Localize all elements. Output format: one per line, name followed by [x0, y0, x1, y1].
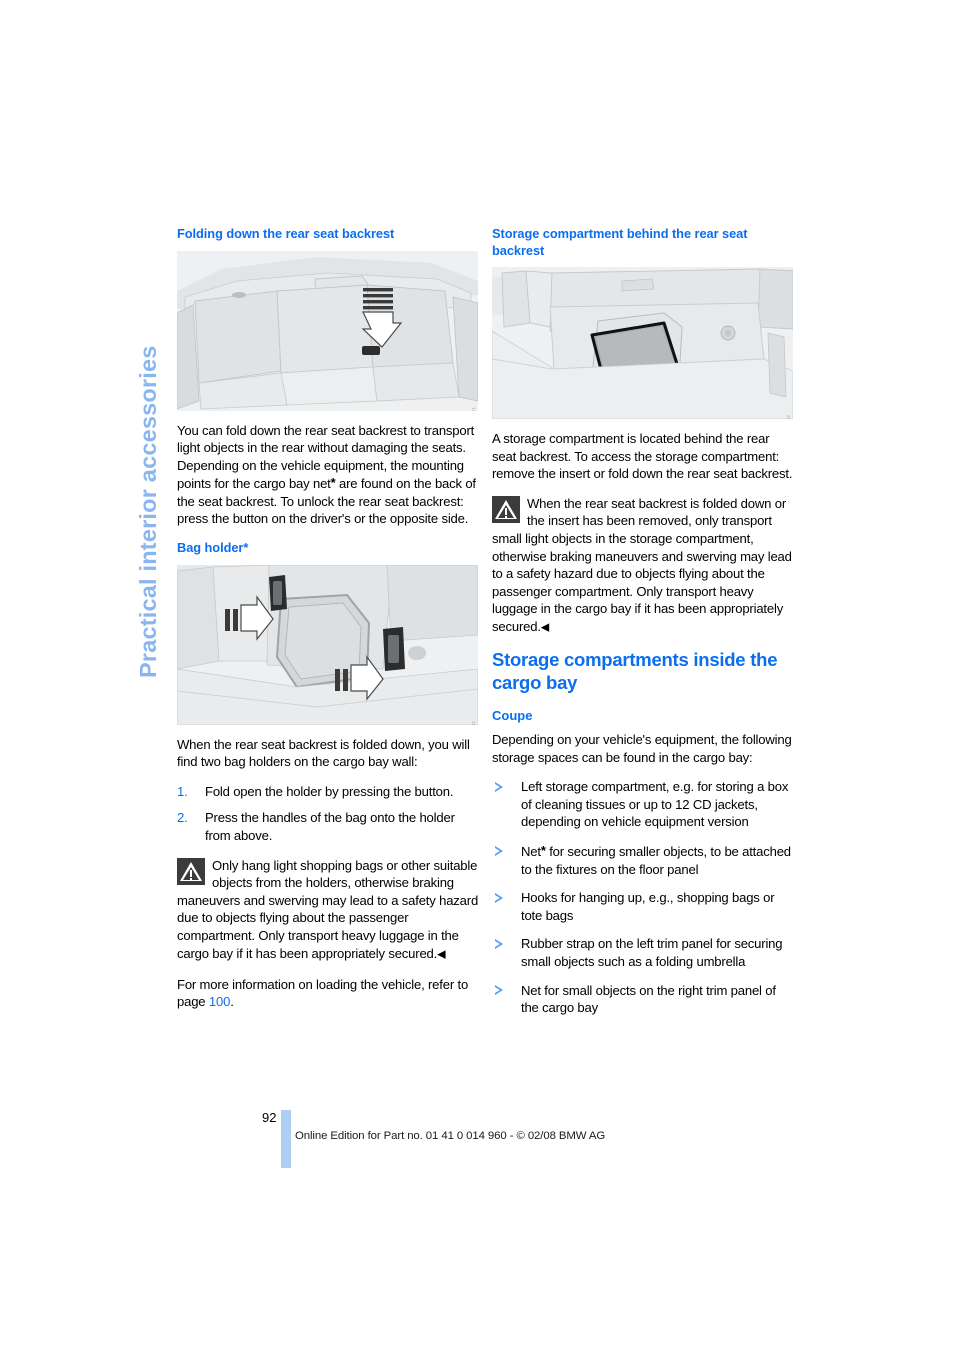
- page-number: 92: [262, 1110, 277, 1125]
- chapter-tab-label: Practical interior accessories: [135, 345, 161, 678]
- list-item: Rubber strap on the left trim panel for …: [492, 935, 794, 970]
- warning-block-bag-holder: Only hang light shopping bags or other s…: [177, 857, 479, 964]
- footer-accent-bar: [281, 1110, 291, 1168]
- heading-folding-down-rear-seat-backrest: Folding down the rear seat backrest: [177, 226, 395, 241]
- list-item-text: Hooks for hanging up, e.g., shopping bag…: [521, 890, 775, 923]
- bag-holder-steps: 1. Fold open the holder by pressing the b…: [177, 783, 479, 845]
- list-item: Left storage compartment, e.g. for stori…: [492, 778, 794, 831]
- figure-code: 34/1 01 01: [471, 407, 476, 411]
- figure-bag-holders: 34/1 01 02: [177, 564, 478, 725]
- warning-triangle-icon: [492, 495, 520, 523]
- more-info-period: .: [230, 994, 234, 1010]
- step-item: 1. Fold open the holder by pressing the b…: [177, 783, 479, 801]
- bag-holder-illustration: [177, 564, 478, 725]
- figure-code: 34/1 01 02: [471, 721, 476, 725]
- left-column: Folding down the rear seat backrest You …: [177, 226, 479, 1011]
- list-item-text: Left storage compartment, e.g. for stori…: [521, 779, 789, 830]
- right-column: Storage compartment behind the rear seat…: [492, 226, 794, 1017]
- bullet-triangle-icon: [495, 781, 503, 792]
- paragraph-coupe-intro: Depending on your vehicle's equipment, t…: [492, 732, 792, 765]
- list-item-text: Rubber strap on the left trim panel for …: [521, 936, 783, 969]
- storage-compartment-illustration: [492, 267, 793, 419]
- figure-code: 34/1 01 03: [786, 415, 791, 419]
- paragraph-more-information: For more information on loading the vehi…: [177, 976, 479, 1011]
- step-text: Press the handles of the bag onto the ho…: [205, 810, 455, 843]
- heading-storage-compartments-inside-cargo-bay: Storage compartments inside the cargo ba…: [492, 649, 778, 693]
- warning-block-storage: When the rear seat backrest is folded do…: [492, 495, 794, 637]
- list-item: Hooks for hanging up, e.g., shopping bag…: [492, 889, 794, 924]
- footer-imprint: Online Edition for Part no. 01 41 0 014 …: [295, 1130, 606, 1142]
- paragraph-storage-compartment: A storage compartment is located behind …: [492, 431, 793, 482]
- bullet-triangle-icon: [495, 985, 503, 996]
- warning-text: When the rear seat backrest is folded do…: [492, 495, 792, 634]
- manual-page: Practical interior accessories Folding d…: [0, 0, 954, 1350]
- figure-rear-seat-backrest: 34/1 01 01: [177, 250, 478, 411]
- warning-text: Only hang light shopping bags or other s…: [177, 857, 479, 961]
- step-number: 1.: [177, 783, 188, 799]
- list-item-text-post: for securing smaller objects, to be atta…: [521, 844, 791, 877]
- bullet-triangle-icon: [495, 892, 503, 903]
- list-item-text-pre: Net: [521, 844, 541, 859]
- warning-triangle-icon: [177, 857, 205, 885]
- list-item-text: Net for small objects on the right trim …: [521, 982, 776, 1016]
- bullet-triangle-icon: [495, 938, 503, 949]
- step-text: Fold open the holder by pressing the but…: [205, 783, 454, 799]
- list-item: Net* for securing smaller objects, to be…: [492, 842, 794, 878]
- bullet-triangle-icon: [495, 845, 503, 856]
- paragraph-bag-holder-intro: When the rear seat backrest is folded do…: [177, 736, 470, 770]
- section-end-marker: ◀: [540, 621, 550, 634]
- section-end-marker: ◀: [437, 948, 446, 960]
- page-reference-link[interactable]: 100: [209, 994, 230, 1009]
- step-item: 2. Press the handles of the bag onto the …: [177, 809, 479, 844]
- coupe-storage-bullet-list: Left storage compartment, e.g. for stori…: [492, 778, 794, 1017]
- heading-coupe: Coupe: [492, 708, 533, 724]
- step-number: 2.: [177, 810, 188, 826]
- rear-seat-illustration: [177, 250, 478, 411]
- list-item: Net for small objects on the right trim …: [492, 982, 794, 1017]
- heading-storage-compartment-behind-rear-seat: Storage compartment behind the rear seat…: [492, 226, 748, 258]
- figure-storage-compartment: 34/1 01 03: [492, 267, 793, 419]
- heading-bag-holder: Bag holder*: [177, 540, 249, 556]
- paragraph-folding-instructions: You can fold down the rear seat backrest…: [177, 422, 479, 529]
